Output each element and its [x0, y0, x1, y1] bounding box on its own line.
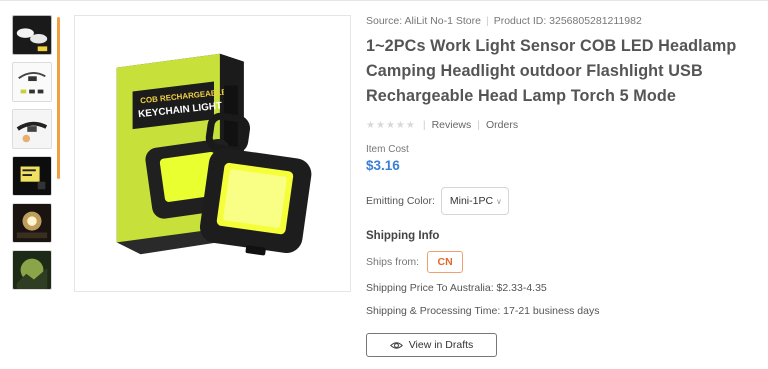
product-title: 1~2PCs Work Light Sensor COB LED Headlam…	[366, 37, 737, 105]
shipping-price: Shipping Price To Australia: $2.33-4.35	[366, 282, 547, 294]
ships-from-row: Ships from: CN	[366, 251, 758, 273]
emitting-color-value: Mini-1PC	[449, 195, 494, 207]
top-divider	[0, 0, 768, 1]
ships-from-label: Ships from:	[366, 256, 420, 268]
rating-divider: |	[477, 119, 480, 131]
view-in-drafts-button[interactable]: View in Drafts	[366, 333, 497, 357]
item-cost-label: Item Cost	[366, 144, 409, 155]
thumbnail-2[interactable]	[12, 62, 52, 102]
source-label: Source: AliLit No-1 Store	[366, 15, 481, 27]
main-product-image: COB RECHARGEABLE KEYCHAIN LIGHT	[74, 15, 351, 292]
meta-divider: |	[485, 15, 489, 27]
thumbnail-scrollbar[interactable]	[57, 17, 60, 179]
product-info-panel: Source: AliLit No-1 Store | Product ID: 32…	[366, 14, 758, 357]
view-in-drafts-label: View in Drafts	[408, 339, 474, 351]
thumbnail-4[interactable]	[12, 156, 52, 196]
product-id-label: Product ID: 3256805281211982	[493, 15, 642, 27]
shipping-info-title: Shipping Info	[366, 230, 440, 242]
thumbnail-1[interactable]	[12, 15, 52, 55]
thumbnail-3[interactable]	[12, 109, 52, 149]
star-rating: ★ ★ ★ ★ ★	[366, 120, 415, 131]
star-icon: ★	[366, 119, 375, 131]
star-icon: ★	[385, 119, 395, 131]
orders-link[interactable]: Orders	[486, 119, 518, 131]
emitting-color-row: Emitting Color: Mini-1PC ∨	[366, 187, 758, 215]
shipping-time: Shipping & Processing Time: 17-21 busine…	[366, 305, 600, 317]
item-cost-value: $3.16	[366, 158, 400, 173]
star-icon: ★	[405, 119, 415, 131]
reviews-link[interactable]: Reviews	[432, 119, 472, 131]
thumbnail-5[interactable]	[12, 203, 52, 243]
eye-icon	[389, 341, 403, 349]
star-icon: ★	[375, 119, 385, 131]
product-meta: Source: AliLit No-1 Store | Product ID: 32…	[366, 14, 758, 28]
emitting-color-label: Emitting Color:	[366, 195, 435, 207]
ships-from-cn-button[interactable]: CN	[427, 251, 464, 273]
rating-divider: |	[422, 119, 426, 131]
rating-row: ★ ★ ★ ★ ★ | Reviews | Orders	[366, 118, 758, 132]
thumbnail-6[interactable]	[12, 250, 52, 290]
chevron-down-icon: ∨	[496, 196, 502, 206]
emitting-color-select[interactable]: Mini-1PC ∨	[440, 187, 509, 215]
star-icon: ★	[395, 119, 405, 131]
thumbnail-list	[12, 15, 56, 297]
